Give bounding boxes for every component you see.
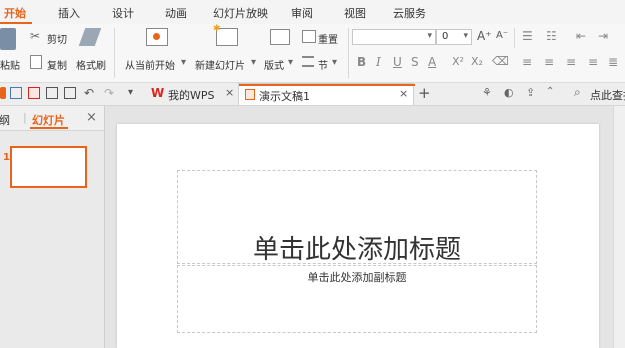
tab-divider: |	[23, 111, 27, 124]
slideshow-icon[interactable]	[146, 28, 168, 46]
superscript-button[interactable]: X²	[452, 55, 464, 68]
ribbon-separator	[114, 28, 115, 78]
tab-bar: ↶ ↷ ▾ W 我的WPS × 演示文稿1 × + ⚘ ◐ ⇪ ⌃ ⌕ 点此查找…	[0, 83, 625, 106]
chevron-down-icon[interactable]: ▾	[251, 57, 256, 68]
underline-button[interactable]: U	[393, 55, 402, 69]
slide[interactable]: 单击此处添加标题 单击此处添加副标题	[117, 124, 599, 348]
menu-tab-review[interactable]: 审阅	[291, 5, 313, 21]
tab-document[interactable]: 演示文稿1 ×	[238, 83, 415, 105]
reset-button[interactable]: 重置	[318, 31, 338, 46]
section-icon[interactable]	[302, 56, 314, 67]
member-icon[interactable]: ◐	[504, 86, 516, 99]
menu-tab-animation[interactable]: 动画	[165, 5, 187, 21]
subtitle-placeholder[interactable]: 单击此处添加副标题	[177, 265, 537, 333]
menu-tab-cloud[interactable]: 云服务	[393, 5, 426, 21]
add-tab-button[interactable]: +	[418, 84, 431, 102]
subtitle-placeholder-text: 单击此处添加副标题	[307, 271, 407, 284]
layout-button[interactable]: 版式	[264, 57, 284, 72]
share-icon[interactable]: ⇪	[526, 86, 538, 99]
font-color-button[interactable]: A	[428, 55, 436, 69]
shrink-font-icon[interactable]: A⁻	[496, 30, 508, 41]
tab-document-label: 演示文稿1	[259, 90, 310, 103]
redo-icon[interactable]: ↷	[104, 86, 116, 100]
justify-icon[interactable]: ≡	[588, 55, 598, 69]
wps-logo-icon: W	[151, 86, 165, 100]
align-center-icon[interactable]: ≡	[544, 55, 554, 69]
format-painter-button[interactable]: 格式刷	[76, 57, 106, 72]
chevron-down-icon[interactable]: ▾	[181, 57, 186, 68]
menu-tab-insert[interactable]: 插入	[58, 5, 80, 21]
reset-icon[interactable]	[302, 30, 316, 43]
slides-panel-header: 大纲 | 幻灯片 ×	[0, 106, 104, 131]
scissors-icon[interactable]: ✂	[30, 29, 40, 43]
decrease-indent-icon[interactable]: ⇤	[576, 29, 586, 43]
new-slide-icon[interactable]: ✱	[213, 25, 238, 46]
strikethrough-button[interactable]: S	[411, 55, 419, 69]
slides-panel	[0, 106, 105, 348]
chevron-down-icon[interactable]: ▾	[288, 57, 293, 68]
increase-indent-icon[interactable]: ⇥	[598, 29, 608, 43]
numbered-list-icon[interactable]: ☷	[546, 29, 557, 43]
menu-bar: 开始 插入 设计 动画 幻灯片放映 审阅 视图 云服务	[0, 0, 625, 25]
save-icon[interactable]	[10, 87, 22, 99]
undo-icon[interactable]: ↶	[84, 86, 96, 100]
section-button[interactable]: 节	[318, 57, 328, 72]
from-current-button[interactable]: 从当前开始	[125, 57, 175, 72]
tab-slides[interactable]: 幻灯片	[32, 112, 65, 128]
new-slide-button[interactable]: 新建幻灯片	[195, 57, 245, 72]
new-file-icon[interactable]	[0, 87, 6, 99]
command-search-input[interactable]: 点此查找命令	[590, 87, 625, 103]
chevron-down-icon: ▾	[463, 31, 468, 41]
menu-tab-view[interactable]: 视图	[344, 5, 366, 21]
layout-icon[interactable]	[270, 29, 290, 45]
slide-thumbnail[interactable]	[10, 146, 87, 188]
print-icon[interactable]	[46, 87, 58, 99]
format-painter-icon[interactable]	[78, 28, 102, 46]
grow-font-icon[interactable]: A⁺	[477, 29, 492, 43]
close-icon[interactable]: ×	[399, 87, 408, 100]
ribbon: 粘贴 ✂ 剪切 复制 格式刷 从当前开始 ▾ ✱ 新建幻灯片 ▾ 版式 ▾ 重置…	[0, 24, 625, 83]
font-name-combo[interactable]: ▾	[352, 29, 436, 45]
bullet-list-icon[interactable]: ☰	[522, 29, 533, 43]
title-placeholder[interactable]: 单击此处添加标题	[177, 170, 537, 265]
ribbon-separator	[514, 28, 515, 48]
align-left-icon[interactable]: ≡	[522, 55, 532, 69]
italic-button[interactable]: I	[376, 55, 381, 69]
copy-button[interactable]: 复制	[47, 57, 67, 72]
expand-icon[interactable]: ⌃	[546, 86, 558, 98]
tab-outline[interactable]: 大纲	[0, 112, 10, 128]
ribbon-separator	[348, 28, 349, 78]
tab-my-wps[interactable]: W 我的WPS ×	[145, 83, 237, 105]
tab-my-wps-label: 我的WPS	[168, 89, 215, 102]
paste-button[interactable]: 粘贴	[0, 57, 20, 72]
clear-format-icon[interactable]: ⌫	[492, 54, 509, 68]
menu-tab-home[interactable]: 开始	[4, 5, 26, 21]
close-panel-button[interactable]: ×	[86, 110, 97, 125]
menu-tab-slideshow[interactable]: 幻灯片放映	[213, 5, 268, 21]
subscript-button[interactable]: X₂	[471, 55, 483, 68]
align-right-icon[interactable]: ≡	[566, 55, 576, 69]
distribute-icon[interactable]: ≣	[608, 55, 618, 69]
print-preview-icon[interactable]	[64, 87, 76, 99]
menu-tab-design[interactable]: 设计	[112, 5, 134, 21]
chevron-down-icon: ▾	[427, 31, 432, 41]
skin-icon[interactable]: ⚘	[482, 86, 494, 99]
paste-icon[interactable]	[0, 28, 16, 50]
export-pdf-icon[interactable]	[28, 87, 40, 99]
font-size-value: 0	[442, 31, 449, 42]
copy-icon[interactable]	[30, 55, 42, 69]
presentation-file-icon	[245, 89, 255, 100]
customize-icon[interactable]: ▾	[128, 87, 140, 99]
slide-number: 1	[3, 152, 10, 163]
chevron-down-icon[interactable]: ▾	[332, 57, 337, 68]
close-icon[interactable]: ×	[225, 86, 234, 99]
active-doc-indicator	[239, 84, 415, 86]
active-panel-tab-indicator	[30, 127, 68, 129]
font-size-combo[interactable]: 0 ▾	[436, 29, 472, 45]
cut-button[interactable]: 剪切	[47, 31, 67, 46]
search-icon: ⌕	[574, 85, 581, 99]
vertical-scrollbar[interactable]	[613, 106, 625, 348]
bold-button[interactable]: B	[357, 55, 366, 69]
title-placeholder-text: 单击此处添加标题	[252, 235, 461, 265]
